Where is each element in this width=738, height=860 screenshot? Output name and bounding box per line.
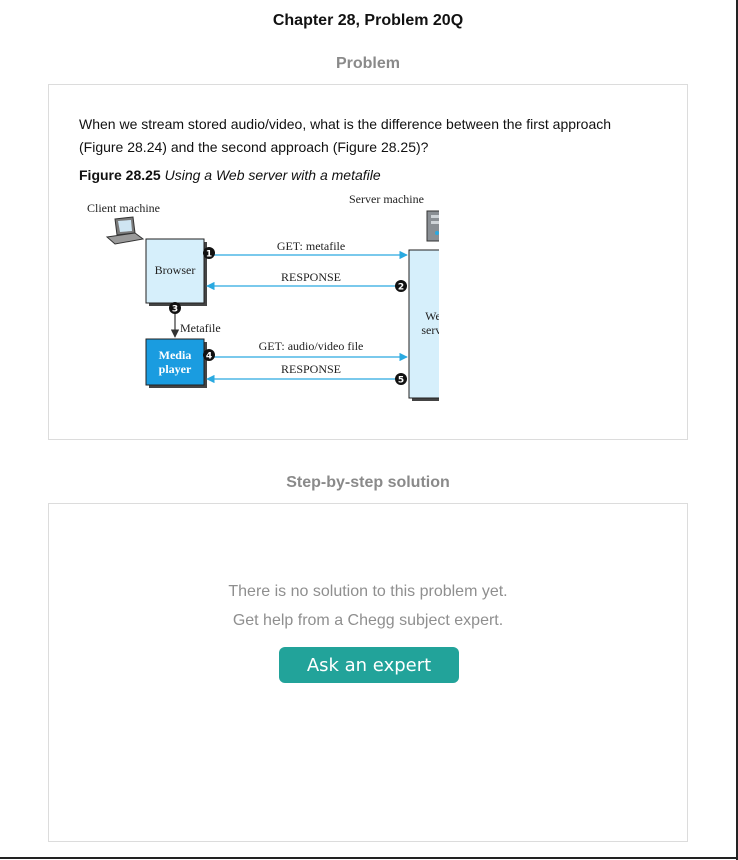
window-border-bottom xyxy=(0,857,738,859)
step-1-number: 1 xyxy=(206,250,212,260)
browser-label: Browser xyxy=(155,263,196,277)
problem-heading: Problem xyxy=(335,55,400,72)
ask-an-expert-button[interactable]: Ask an expert xyxy=(279,647,459,683)
step-5-number: 5 xyxy=(398,376,404,386)
web-server-label-line2: server xyxy=(421,323,439,337)
web-server-label-line1: Web xyxy=(425,309,439,323)
laptop-icon xyxy=(105,216,145,245)
question-line-1: When we stream stored audio/video, what … xyxy=(79,116,612,132)
figure-metafile-diagram: Client machine Server machine Web s xyxy=(79,195,439,410)
metafile-label: Metafile xyxy=(180,321,221,335)
message-response-1: RESPONSE xyxy=(281,270,341,284)
problem-card: When we stream stored audio/video, what … xyxy=(48,84,688,440)
figure-caption: Figure 28.25 Using a Web server with a m… xyxy=(79,167,381,183)
media-player-label-line2: player xyxy=(159,362,192,376)
message-get-metafile: GET: metafile xyxy=(277,239,345,253)
solution-card: There is no solution to this problem yet… xyxy=(48,503,688,842)
solution-heading: Step-by-step solution xyxy=(286,474,450,491)
problem-question: When we stream stored audio/video, what … xyxy=(79,113,639,159)
expert-help-text: Get help from a Chegg subject expert. xyxy=(232,612,504,629)
no-solution-text: There is no solution to this problem yet… xyxy=(228,583,508,600)
message-response-2: RESPONSE xyxy=(281,362,341,376)
client-machine-label: Client machine xyxy=(87,201,160,215)
message-get-av-file: GET: audio/video file xyxy=(259,339,364,353)
step-3-number: 3 xyxy=(172,305,178,315)
server-machine-label: Server machine xyxy=(349,195,424,206)
question-line-2: (Figure 28.24) and the second approach (… xyxy=(79,139,429,155)
media-player-label-line1: Media xyxy=(159,348,192,362)
page-title: Chapter 28, Problem 20Q xyxy=(272,12,464,29)
step-2-number: 2 xyxy=(398,283,404,293)
server-tower-icon xyxy=(426,210,439,242)
figure-number: Figure 28.25 xyxy=(79,167,161,183)
figure-title: Using a Web server with a metafile xyxy=(164,167,381,183)
step-4-number: 4 xyxy=(206,352,212,362)
